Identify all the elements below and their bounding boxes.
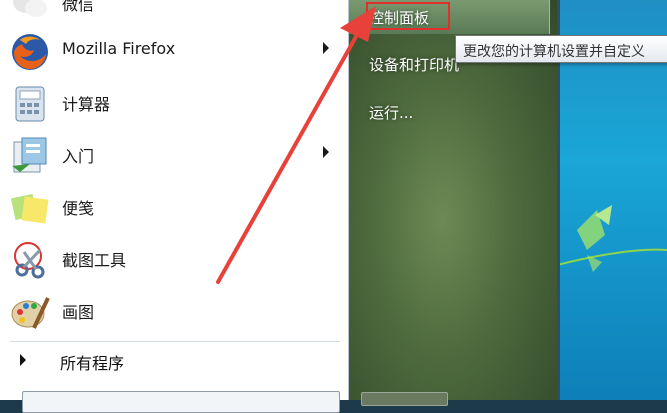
- menu-item-devices-printers[interactable]: 设备和打印机: [369, 54, 459, 75]
- sticky-notes-icon: [10, 188, 50, 228]
- menu-item-getting-started[interactable]: 入门: [0, 130, 340, 178]
- menu-item-run[interactable]: 运行...: [369, 102, 413, 123]
- menu-item-paint[interactable]: 画图: [0, 286, 340, 334]
- start-menu-programs-pane: 微信 Mozilla Firefox 计算器 入门 便笺 截图工具 画图 所有程…: [0, 0, 349, 413]
- menu-item-firefox[interactable]: Mozilla Firefox: [0, 26, 340, 74]
- menu-item-snipping-tool[interactable]: 截图工具: [0, 234, 340, 282]
- menu-item-label: 截图工具: [62, 251, 127, 270]
- menu-item-label: 画图: [62, 303, 95, 322]
- wechat-icon: [10, 0, 50, 24]
- menu-separator: [10, 341, 340, 342]
- calculator-icon: [10, 84, 50, 124]
- control-panel-tooltip: 更改您的计算机设置并自定义: [455, 35, 667, 63]
- firefox-icon: [10, 32, 50, 72]
- submenu-arrow-icon: [323, 146, 329, 158]
- snipping-tool-icon: [10, 240, 50, 280]
- menu-item-label: Mozilla Firefox: [62, 39, 176, 58]
- control-panel-highlight-box: [366, 2, 450, 30]
- menu-item-label: 微信: [62, 0, 95, 14]
- all-programs-button[interactable]: 所有程序: [0, 346, 340, 374]
- menu-item-calculator[interactable]: 计算器: [0, 78, 340, 126]
- menu-item-label: 入门: [62, 147, 95, 166]
- menu-item-label: 计算器: [62, 95, 111, 114]
- menu-item-wechat[interactable]: 微信: [0, 0, 340, 26]
- shutdown-button[interactable]: [361, 392, 448, 406]
- menu-item-sticky-notes[interactable]: 便笺: [0, 182, 340, 230]
- expand-arrow-icon: [20, 354, 26, 366]
- search-input[interactable]: [22, 391, 340, 413]
- submenu-arrow-icon: [323, 42, 329, 54]
- paint-icon: [10, 292, 50, 332]
- all-programs-label: 所有程序: [60, 354, 125, 373]
- menu-item-label: 便笺: [62, 199, 95, 218]
- getting-started-icon: [10, 136, 50, 176]
